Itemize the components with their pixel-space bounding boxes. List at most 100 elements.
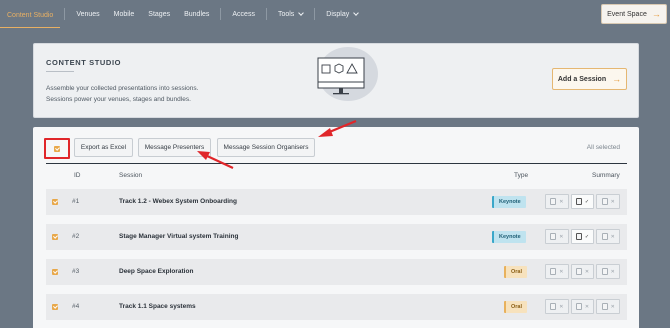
session-name[interactable]: Track 1.2 - Webex System Onboarding (119, 198, 237, 205)
content-studio-card: CONTENT STUDIO Assemble your collected p… (33, 43, 639, 118)
arrow-right-icon: → (651, 8, 661, 19)
nav-access[interactable]: Access (225, 0, 262, 28)
column-header-session: Session (119, 172, 143, 179)
session-summary: ✕ ✓ ✕ (545, 194, 621, 209)
cross-icon: ✕ (559, 198, 564, 205)
select-all-checkbox[interactable] (44, 138, 70, 159)
nav-divider (314, 8, 316, 20)
cross-icon: ✕ (559, 303, 564, 310)
nav-display-label: Display (326, 10, 350, 18)
cross-icon: ✕ (610, 268, 615, 275)
summary-media[interactable]: ✕ (596, 264, 621, 279)
nav-divider (64, 8, 66, 20)
column-header-summary: Summary (592, 172, 620, 179)
document-icon (550, 233, 557, 240)
column-header-id: ID (74, 172, 81, 179)
top-nav: Content Studio Venues Mobile Stages Bund… (0, 0, 670, 28)
session-summary: ✕ ✓ ✕ (545, 229, 621, 244)
nav-mobile[interactable]: Mobile (107, 0, 142, 28)
session-id: #2 (72, 233, 80, 240)
person-icon (575, 198, 582, 205)
studio-description: Assemble your collected presentations in… (46, 83, 198, 105)
files-icon (601, 268, 608, 275)
session-id: #3 (72, 268, 80, 275)
table-row[interactable]: #2 Stage Manager Virtual system Training… (46, 224, 627, 250)
session-id: #4 (72, 303, 80, 310)
summary-media[interactable]: ✕ (596, 229, 621, 244)
check-icon: ✓ (584, 233, 590, 240)
message-presenters-button[interactable]: Message Presenters (138, 138, 211, 157)
summary-presentation[interactable]: ✕ (545, 264, 569, 279)
person-icon (575, 303, 582, 310)
studio-description-line: Assemble your collected presentations in… (46, 85, 199, 92)
summary-presenter[interactable]: ✕ (570, 299, 595, 314)
summary-media[interactable]: ✕ (596, 194, 621, 209)
selection-status: All selected (586, 144, 620, 151)
message-organisers-button[interactable]: Message Session Organisers (217, 138, 315, 157)
person-icon (575, 268, 582, 275)
studio-description-line: Sessions power your venues, stages and b… (46, 96, 191, 103)
document-icon (550, 303, 557, 310)
session-type-badge: Keynote (492, 231, 526, 243)
nav-bundles[interactable]: Bundles (177, 0, 216, 28)
page-title: CONTENT STUDIO (46, 58, 122, 67)
summary-presentation[interactable]: ✕ (545, 299, 569, 314)
session-summary: ✕ ✕ ✕ (545, 299, 621, 314)
document-icon (550, 198, 557, 205)
table-row[interactable]: #1 Track 1.2 - Webex System Onboarding K… (46, 189, 627, 215)
files-icon (601, 303, 608, 310)
cross-icon: ✕ (610, 233, 615, 240)
summary-presentation[interactable]: ✕ (545, 229, 569, 244)
checkbox-checked-icon (54, 145, 60, 152)
row-checkbox[interactable] (52, 304, 58, 310)
summary-presenter[interactable]: ✕ (570, 264, 595, 279)
cross-icon: ✕ (584, 303, 590, 310)
nav-tools[interactable]: Tools (271, 0, 310, 28)
nav-divider (220, 8, 222, 20)
person-icon (575, 233, 582, 240)
export-excel-button[interactable]: Export as Excel (74, 138, 133, 157)
nav-stages[interactable]: Stages (141, 0, 177, 28)
cross-icon: ✕ (584, 268, 590, 275)
session-type-badge: Keynote (492, 196, 526, 208)
add-session-label: Add a Session (557, 75, 607, 83)
session-type-badge: Oral (504, 301, 528, 313)
chevron-down-icon (353, 9, 360, 16)
monitor-shapes-illustration (317, 47, 378, 101)
nav-content-studio[interactable]: Content Studio (0, 4, 61, 28)
row-checkbox[interactable] (52, 234, 58, 240)
session-name[interactable]: Deep Space Exploration (119, 268, 193, 275)
summary-presenter[interactable]: ✓ (570, 229, 595, 244)
session-name[interactable]: Stage Manager Virtual system Training (119, 233, 238, 240)
summary-presenter[interactable]: ✓ (570, 194, 595, 209)
chevron-down-icon (298, 9, 305, 16)
cross-icon: ✕ (610, 303, 615, 310)
table-row[interactable]: #3 Deep Space Exploration Oral ✕ ✕ ✕ (46, 259, 627, 285)
document-icon (550, 268, 557, 275)
row-checkbox[interactable] (52, 269, 58, 275)
summary-media[interactable]: ✕ (596, 299, 621, 314)
nav-venues[interactable]: Venues (69, 0, 106, 28)
cross-icon: ✕ (559, 268, 564, 275)
files-icon (601, 198, 608, 205)
sessions-panel: Export as Excel Message Presenters Messa… (33, 127, 639, 328)
session-id: #1 (72, 198, 80, 205)
session-type-badge: Oral (504, 266, 528, 278)
column-header-type: Type (514, 172, 529, 179)
cross-icon: ✕ (559, 233, 564, 240)
event-space-label: Event Space (607, 10, 647, 18)
files-icon (601, 233, 608, 240)
summary-presentation[interactable]: ✕ (545, 194, 569, 209)
session-summary: ✕ ✕ ✕ (545, 264, 621, 279)
nav-tools-label: Tools (277, 10, 295, 18)
title-underline (46, 71, 74, 72)
nav-display[interactable]: Display (319, 0, 365, 28)
add-session-button[interactable]: Add a Session → (552, 68, 627, 90)
row-checkbox[interactable] (52, 199, 58, 205)
event-space-button[interactable]: Event Space → (601, 4, 667, 24)
check-icon: ✓ (584, 198, 590, 205)
session-name[interactable]: Track 1.1 Space systems (119, 303, 196, 310)
table-header-rule (46, 163, 627, 164)
cross-icon: ✕ (610, 198, 615, 205)
table-row[interactable]: #4 Track 1.1 Space systems Oral ✕ ✕ ✕ (46, 294, 627, 320)
